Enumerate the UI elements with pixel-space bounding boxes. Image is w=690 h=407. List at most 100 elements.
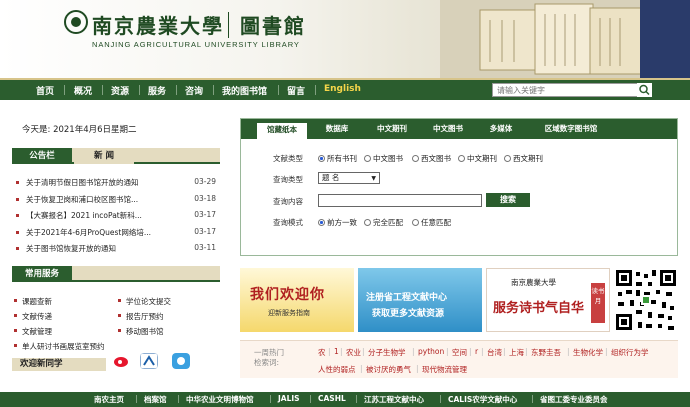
university-seal-icon — [64, 10, 88, 34]
radio-selected-icon — [318, 155, 325, 162]
hot-word[interactable]: 上海 — [509, 347, 524, 358]
search-icon[interactable] — [637, 83, 652, 97]
radio-western-journals[interactable]: 西文期刊 — [504, 153, 543, 164]
radio-all[interactable]: 所有书刊 — [318, 153, 357, 164]
footer-divider — [178, 395, 179, 403]
footer-link-jiangsu-center[interactable]: 江苏工程文献中心 — [364, 394, 424, 405]
hot-word[interactable]: r — [475, 347, 478, 356]
hot-word[interactable]: 1 — [334, 347, 339, 356]
service-novelty-search[interactable]: 课题查新 — [14, 296, 52, 307]
renren-icon[interactable] — [140, 353, 158, 369]
service-hall-booking[interactable]: 报告厅预约 — [118, 311, 164, 322]
radio-chinese-books[interactable]: 中文图书 — [364, 153, 403, 164]
radio-chinese-journals[interactable]: 中文期刊 — [458, 153, 497, 164]
news-title[interactable]: 关于图书馆恢复开放的通知 — [26, 243, 186, 254]
footer-link-university[interactable]: 南农主页 — [94, 394, 124, 405]
reading-month-banner[interactable]: 南京農業大學 服务诗书气自华 读书月 — [486, 268, 610, 332]
news-date: 03-11 — [194, 243, 216, 252]
news-title[interactable]: 关于2021年4-6月ProQuest网络培... — [26, 227, 186, 238]
hot-word[interactable]: 被讨厌的勇气 — [366, 364, 411, 375]
radio-label: 中文图书 — [373, 154, 403, 163]
footer-link-archives[interactable]: 档案馆 — [144, 394, 167, 405]
radio-western-books[interactable]: 西文图书 — [412, 153, 451, 164]
hot-keywords-label: 一周热门 检索词: — [254, 348, 284, 368]
welcome-freshmen-bar[interactable]: 欢迎新同学 — [12, 358, 106, 371]
radio-label: 完全匹配 — [373, 218, 403, 227]
nav-consult[interactable]: 咨询 — [185, 84, 203, 97]
tab-announcements[interactable]: 公告栏 — [12, 148, 72, 164]
radio-selected-icon — [318, 219, 325, 226]
tab-news[interactable]: 新 闻 — [74, 148, 134, 164]
news-title[interactable]: 【大赛报名】2021 incoPat新科... — [26, 210, 186, 221]
service-mobile-library[interactable]: 移动图书馆 — [118, 326, 164, 337]
radio-prefix-match[interactable]: 前方一致 — [318, 217, 357, 228]
separator: | — [525, 347, 528, 356]
nav-resources[interactable]: 资源 — [111, 84, 129, 97]
radio-icon — [364, 155, 371, 162]
hot-word[interactable]: 台湾 — [487, 347, 502, 358]
news-title[interactable]: 关于恢复卫岗和浦口校区图书馆... — [26, 194, 186, 205]
tab-chinese-books[interactable]: 中文图书 — [423, 122, 473, 136]
nav-message[interactable]: 留言 — [287, 84, 305, 97]
tab-chinese-journals[interactable]: 中文期刊 — [367, 122, 417, 136]
bullet-icon — [16, 247, 19, 250]
separator: | — [605, 347, 608, 356]
nav-services[interactable]: 服务 — [148, 84, 166, 97]
nav-overview[interactable]: 概况 — [74, 84, 92, 97]
tab-databases[interactable]: 数据库 — [315, 122, 359, 136]
hot-word[interactable]: 农 — [318, 347, 326, 358]
service-reference-mgmt[interactable]: 文献管理 — [14, 326, 52, 337]
welcome-label: 欢迎新同学 — [20, 359, 63, 369]
hot-word[interactable]: 现代物流管理 — [422, 364, 467, 375]
university-logo-text: 南京農業大學 — [92, 14, 224, 38]
hot-word[interactable]: 东野圭吾 — [531, 347, 561, 358]
tab-regional-library[interactable]: 区域数字图书馆 — [531, 122, 611, 136]
footer-link-calis[interactable]: CALIS农学文献中心 — [448, 394, 517, 405]
query-type-select[interactable]: 题 名 ▼ — [318, 172, 380, 184]
hot-word[interactable]: 人性的弱点 — [318, 364, 356, 375]
hot-word[interactable]: 生物化学 — [573, 347, 603, 358]
tab-print-collection[interactable]: 馆藏纸本 — [257, 123, 307, 139]
radio-icon — [364, 219, 371, 226]
tab-multimedia[interactable]: 多媒体 — [479, 122, 523, 136]
nav-divider — [139, 85, 140, 95]
books-decoration-image — [440, 0, 690, 78]
service-room-booking[interactable]: 单人研讨书画展览室预约 — [14, 341, 105, 352]
search-button[interactable]: 搜索 — [486, 193, 530, 207]
hot-word[interactable]: 农业 — [346, 347, 361, 358]
hot-word[interactable]: 组织行为学 — [611, 347, 649, 358]
footer-link-committee[interactable]: 省图工委专业委员会 — [540, 394, 608, 405]
nav-divider — [213, 85, 214, 95]
hot-word[interactable]: 空间 — [452, 347, 467, 358]
nav-home[interactable]: 首页 — [36, 84, 54, 97]
service-doc-delivery[interactable]: 文献传递 — [14, 311, 52, 322]
nav-my-library[interactable]: 我的图书馆 — [222, 84, 267, 97]
news-item: 关于2021年4-6月ProQuest网络培... 03-17 — [16, 226, 220, 243]
radio-exact-match[interactable]: 完全匹配 — [364, 217, 403, 228]
radio-any-match[interactable]: 任意匹配 — [412, 217, 451, 228]
hot-word[interactable]: python — [418, 347, 444, 356]
news-title[interactable]: 关于清明节假日图书馆开放的通知 — [26, 177, 186, 188]
qzone-icon[interactable] — [172, 353, 190, 369]
nav-english[interactable]: English — [324, 84, 361, 94]
services-title: 常用服务 — [12, 266, 72, 282]
footer-divider — [270, 395, 271, 403]
news-item: 关于恢复卫岗和浦口校区图书馆... 03-18 — [16, 193, 220, 210]
footer-link-cashl[interactable]: CASHL — [318, 394, 346, 403]
news-list: 关于清明节假日图书馆开放的通知 03-29 关于恢复卫岗和浦口校区图书馆... 03… — [16, 176, 220, 259]
qr-code-icon — [614, 268, 678, 332]
register-banner[interactable]: 注册省工程文献中心 获取更多文献资源 — [358, 268, 482, 332]
bullet-icon — [16, 214, 19, 217]
footer-divider — [440, 395, 441, 403]
query-input[interactable] — [318, 194, 482, 207]
hot-word[interactable]: 分子生物学 — [368, 347, 406, 358]
welcome-banner[interactable]: 我们欢迎你 迎新服务指南 — [240, 268, 354, 332]
bullet-icon — [16, 197, 19, 201]
footer-link-museum[interactable]: 中华农业文明博物馆 — [186, 394, 254, 405]
weibo-icon[interactable] — [112, 353, 130, 369]
footer-link-jalis[interactable]: JALIS — [278, 394, 300, 403]
site-search-input[interactable] — [492, 83, 652, 97]
footer-divider — [136, 395, 137, 403]
service-thesis-submit[interactable]: 学位论文提交 — [118, 296, 171, 307]
register-banner-line2: 获取更多文献资源 — [372, 309, 445, 319]
